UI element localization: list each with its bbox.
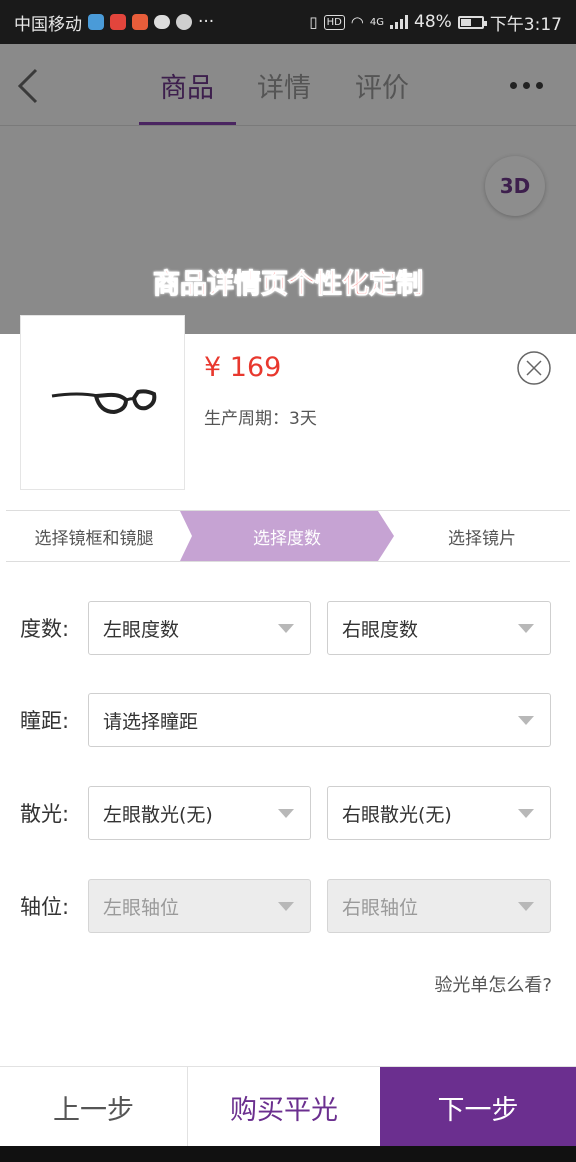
dropdown-caret-icon [518, 902, 534, 911]
network-type-label: 4G [369, 16, 385, 28]
left-eye-degree-select[interactable]: 左眼度数 [88, 601, 311, 655]
view-3d-button[interactable]: 3D [485, 156, 545, 216]
battery-percent: 48% [414, 12, 452, 32]
pd-label: 瞳距: [20, 709, 70, 733]
next-step-button[interactable]: 下一步 [380, 1067, 576, 1147]
left-eye-axis-select: 左眼轴位 [88, 879, 311, 933]
system-nav-edge [0, 1146, 576, 1162]
price: ¥ 169 [204, 352, 282, 383]
axis-row: 轴位: 左眼轴位 右眼轴位 [0, 879, 576, 933]
tab-product[interactable]: 商品 [160, 66, 214, 105]
step-frame-temples[interactable]: 选择镜框和镜腿 [6, 511, 182, 561]
dropdown-caret-icon [278, 902, 294, 911]
astigmatism-label: 散光: [20, 802, 70, 826]
left-eye-degree-value: 左眼度数 [103, 618, 180, 641]
step-lenses[interactable]: 选择镜片 [394, 511, 570, 561]
degree-label: 度数: [20, 617, 70, 641]
dropdown-caret-icon [278, 809, 294, 818]
product-thumbnail [20, 315, 185, 490]
left-eye-axis-value: 左眼轴位 [103, 896, 180, 919]
pd-row: 瞳距: 请选择瞳距 [0, 693, 576, 747]
news-notification-icon [110, 14, 126, 30]
tab-reviews[interactable]: 评价 [355, 66, 409, 105]
right-eye-astigmatism-value: 右眼散光(无) [342, 803, 452, 826]
chat-icon [176, 14, 192, 30]
tab-details[interactable]: 详情 [257, 66, 311, 105]
glasses-icon [51, 388, 156, 414]
degree-row: 度数: 左眼度数 右眼度数 [0, 601, 576, 655]
dropdown-caret-icon [518, 809, 534, 818]
more-options-icon[interactable] [510, 82, 543, 89]
step-indicator: 选择镜框和镜腿 选择度数 选择镜片 [6, 510, 570, 562]
battery-fill [460, 18, 472, 26]
dropdown-caret-icon [518, 624, 534, 633]
vibrate-icon: ▯ [309, 13, 318, 31]
video-notification-icon [132, 14, 148, 30]
active-tab-indicator [139, 122, 236, 125]
dropdown-caret-icon [278, 624, 294, 633]
bottom-action-bar: 上一步 购买平光 下一步 [0, 1066, 576, 1147]
axis-label: 轴位: [20, 895, 70, 919]
right-eye-degree-select[interactable]: 右眼度数 [327, 601, 551, 655]
hd-icon: HD [323, 14, 345, 30]
right-eye-astigmatism-select[interactable]: 右眼散光(无) [327, 786, 551, 840]
left-eye-astigmatism-value: 左眼散光(无) [103, 803, 213, 826]
promo-banner-text: 商品详情页个性化定制 [153, 269, 424, 301]
production-cycle: 生产周期：3天 [204, 409, 317, 429]
right-eye-axis-select: 右眼轴位 [327, 879, 551, 933]
previous-step-button[interactable]: 上一步 [0, 1067, 188, 1147]
app-notification-icon [88, 14, 104, 30]
close-icon[interactable] [516, 350, 552, 386]
wifi-icon: ◠ [350, 13, 364, 31]
signal-icon [390, 15, 409, 29]
pd-value: 请选择瞳距 [103, 710, 199, 733]
right-eye-axis-value: 右眼轴位 [342, 896, 419, 919]
back-arrow-icon[interactable] [12, 66, 48, 106]
top-nav: 商品 详情 评价 [0, 44, 576, 126]
status-bar: 中国移动 ··· ▯ HD ◠ 4G 48% 下午3:17 [0, 0, 576, 44]
dropdown-caret-icon [518, 716, 534, 725]
prescription-help-link[interactable]: 验光单怎么看? [434, 971, 552, 997]
carrier-label: 中国移动 [14, 14, 82, 35]
step-prescription[interactable]: 选择度数 [180, 511, 394, 561]
more-notifications-icon: ··· [198, 12, 215, 32]
product-page-overlay[interactable]: 商品 详情 评价 3D 商品详情页个性化定制 [0, 44, 576, 334]
pd-select[interactable]: 请选择瞳距 [88, 693, 551, 747]
left-eye-astigmatism-select[interactable]: 左眼散光(无) [88, 786, 311, 840]
customization-sheet: ¥ 169 生产周期：3天 选择镜框和镜腿 选择度数 选择镜片 度数: 左眼度数… [0, 315, 576, 1162]
battery-icon [457, 15, 487, 29]
clock: 下午3:17 [489, 14, 562, 35]
buy-plano-button[interactable]: 购买平光 [188, 1067, 380, 1147]
right-eye-degree-value: 右眼度数 [342, 618, 419, 641]
astigmatism-row: 散光: 左眼散光(无) 右眼散光(无) [0, 786, 576, 840]
message-icon [154, 15, 170, 29]
